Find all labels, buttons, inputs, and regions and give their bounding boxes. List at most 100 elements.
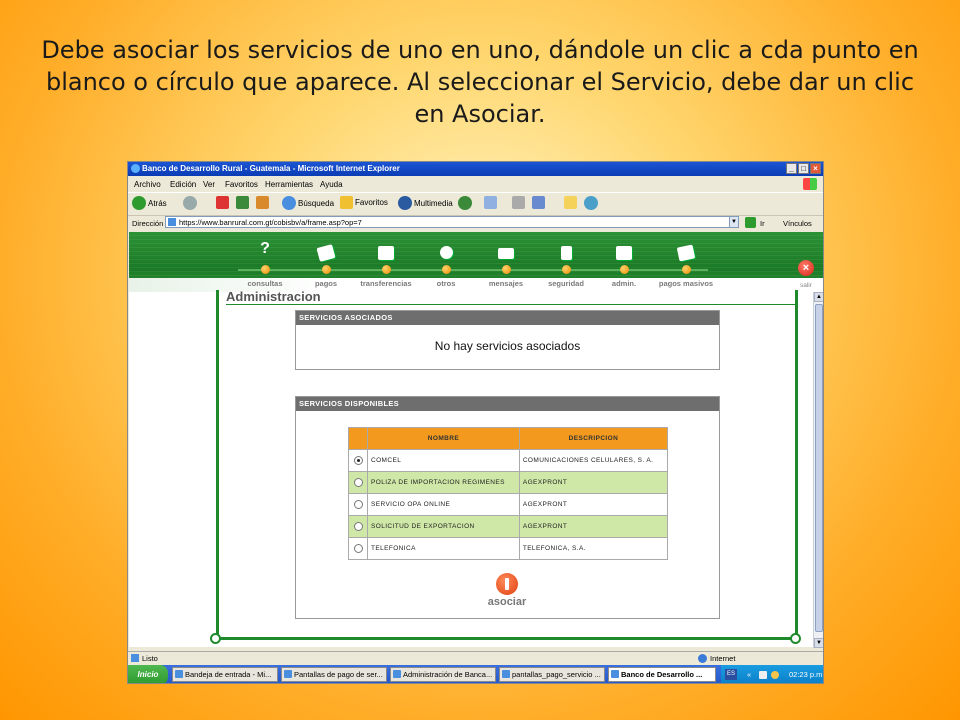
print-button[interactable]	[512, 196, 525, 209]
forward-button[interactable]	[183, 196, 197, 210]
menu-archivo[interactable]: Archivo	[134, 180, 161, 189]
tray-expand-icon[interactable]: «	[747, 670, 751, 679]
taskbar-item-label: Pantallas de pago de ser...	[294, 670, 383, 679]
back-label: Atrás	[148, 198, 167, 208]
star-icon	[340, 196, 353, 209]
service-description: AGEXPRONT	[518, 515, 669, 538]
transfer-icon	[378, 246, 394, 260]
scroll-thumb[interactable]	[815, 304, 823, 632]
scroll-down-icon[interactable]: ▼	[814, 638, 823, 648]
smiley-icon	[440, 246, 453, 259]
service-radio[interactable]	[353, 522, 363, 531]
home-icon	[256, 196, 269, 209]
go-button[interactable]: Ir	[760, 219, 765, 228]
close-button[interactable]: ×	[810, 163, 821, 174]
salir-close-icon[interactable]: ×	[798, 260, 814, 276]
menu-ver[interactable]: Ver	[203, 180, 215, 189]
nav-label: seguridad	[548, 279, 584, 288]
mail-button[interactable]	[484, 196, 497, 209]
status-bar: Listo Internet	[128, 651, 823, 665]
edit-button[interactable]	[532, 196, 545, 209]
table-row: POLIZA DE IMPORTACION REGIMENES AGEXPRON…	[348, 471, 669, 494]
language-indicator[interactable]: ES	[725, 669, 737, 680]
menu-edicion[interactable]: Edición	[170, 180, 196, 189]
service-name: SOLICITUD DE EXPORTACION	[367, 515, 520, 538]
media-icon	[398, 196, 412, 210]
nav-dot-icon	[322, 265, 331, 274]
notes-button[interactable]	[564, 196, 577, 209]
home-button[interactable]	[256, 196, 269, 209]
service-description: AGEXPRONT	[518, 471, 669, 494]
multimedia-label: Multimedia	[414, 198, 453, 208]
address-bar: Dirección https://www.banrural.com.gt/co…	[128, 215, 823, 231]
network-icon[interactable]	[759, 671, 767, 679]
messenger-button[interactable]	[584, 196, 598, 210]
service-name: POLIZA DE IMPORTACION REGIMENES	[367, 471, 520, 494]
favorites-button[interactable]: Favoritos	[340, 196, 388, 209]
menu-favoritos[interactable]: Favoritos	[225, 180, 258, 189]
taskbar-item[interactable]: Administración de Banca...	[390, 667, 496, 682]
refresh-button[interactable]	[236, 196, 249, 209]
page-title: Administracion	[226, 289, 321, 304]
taskbar-item[interactable]: Bandeja de entrada - Mi...	[172, 667, 278, 682]
column-header-nombre: NOMBRE	[367, 427, 520, 450]
asociar-button[interactable]: asociar	[482, 573, 532, 608]
history-button[interactable]	[458, 196, 472, 210]
multimedia-button[interactable]: Multimedia	[398, 196, 453, 210]
servicios-disponibles-panel: SERVICIOS DISPONIBLES NOMBRE DESCRIPCION…	[295, 396, 720, 619]
back-arrow-icon	[132, 196, 146, 210]
stop-button[interactable]	[216, 196, 229, 209]
slide-caption: Debe asociar los servicios de uno en uno…	[41, 36, 919, 128]
links-button[interactable]: Vínculos	[783, 219, 812, 228]
nav-label: transferencias	[360, 279, 412, 288]
back-button[interactable]: Atrás	[132, 196, 167, 210]
service-radio[interactable]	[353, 500, 363, 509]
main-content: Administracion SERVICIOS ASOCIADOS No ha…	[129, 289, 813, 647]
service-name: TELEFONICA	[367, 537, 520, 560]
nav-dot-icon	[562, 265, 571, 274]
frame-corner-dot	[790, 633, 801, 644]
nav-dot-icon	[502, 265, 511, 274]
nav-label: otros	[436, 279, 456, 288]
salir-label[interactable]: salir	[800, 282, 812, 289]
column-header-descripcion: DESCRIPCION	[518, 427, 669, 450]
service-radio[interactable]	[353, 544, 363, 553]
question-icon: ?	[260, 240, 270, 257]
taskbar-item[interactable]: pantallas_pago_servicio ...	[499, 667, 605, 682]
nav-label: mensajes	[488, 279, 524, 288]
nav-label: consultas	[247, 279, 283, 288]
minimize-button[interactable]: _	[786, 163, 797, 174]
stop-icon	[216, 196, 229, 209]
table-row: SERVICIO OPA ONLINE AGEXPRONT	[348, 493, 669, 516]
mail-icon	[484, 196, 497, 209]
internet-globe-icon	[698, 654, 707, 663]
nav-label: pagos masivos	[658, 279, 714, 288]
address-dropdown-icon[interactable]: ▼	[729, 216, 739, 228]
taskbar-item-active[interactable]: Banco de Desarrollo ...	[608, 667, 716, 682]
nav-label: pagos	[314, 279, 338, 288]
browser-toolbar: Atrás Búsqueda Favoritos Multimedia	[128, 192, 823, 216]
go-arrow-icon[interactable]	[745, 217, 756, 228]
start-button[interactable]: Inicio	[128, 665, 168, 683]
asociar-label: asociar	[487, 596, 527, 608]
search-button[interactable]: Búsqueda	[282, 196, 334, 210]
frame-corner-dot	[210, 633, 221, 644]
title-underline	[226, 304, 798, 305]
taskbar-item-label: Administración de Banca...	[403, 670, 493, 679]
volume-icon[interactable]	[771, 671, 779, 679]
vertical-scrollbar[interactable]: ▲ ▼	[813, 292, 823, 648]
address-input[interactable]: https://www.banrural.com.gt/cobisbv/a/fr…	[165, 216, 737, 228]
radio-cell	[348, 449, 368, 472]
edit-icon	[532, 196, 545, 209]
service-radio[interactable]	[353, 456, 363, 465]
radio-column-header	[348, 427, 368, 450]
taskbar-item[interactable]: Pantallas de pago de ser...	[281, 667, 387, 682]
note-icon	[564, 196, 577, 209]
address-label: Dirección	[132, 219, 164, 228]
menu-ayuda[interactable]: Ayuda	[320, 180, 343, 189]
scroll-up-icon[interactable]: ▲	[814, 292, 823, 302]
nav-label: admin.	[611, 279, 637, 288]
maximize-button[interactable]: □	[798, 163, 809, 174]
menu-herramientas[interactable]: Herramientas	[265, 180, 313, 189]
service-radio[interactable]	[353, 478, 363, 487]
